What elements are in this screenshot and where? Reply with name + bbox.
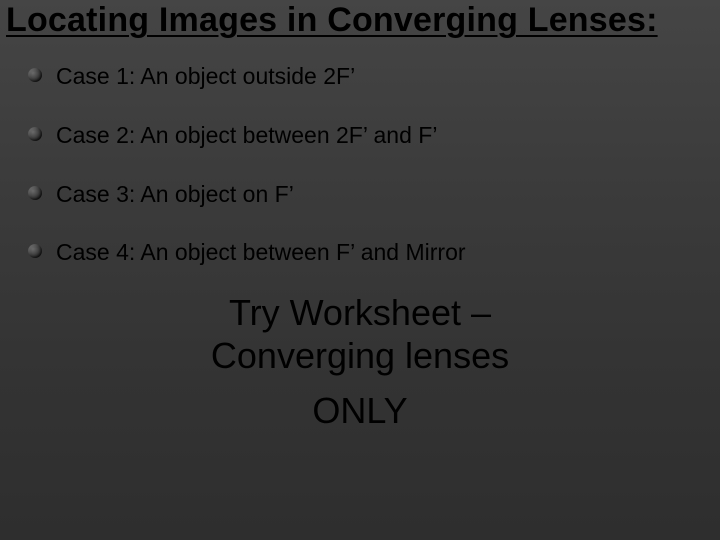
list-item: Case 3: An object on F’ (10, 180, 710, 239)
slide: Locating Images in Converging Lenses: Ca… (0, 0, 720, 540)
list-item-label: Case 2: An object between 2F’ and F’ (56, 122, 437, 148)
callout-line-2: Converging lenses (211, 335, 509, 376)
list-item-label: Case 4: An object between F’ and Mirror (56, 239, 466, 265)
list-item: Case 4: An object between F’ and Mirror (10, 238, 710, 297)
case-list: Case 1: An object outside 2F’ Case 2: An… (10, 62, 710, 297)
slide-body: Case 1: An object outside 2F’ Case 2: An… (0, 42, 720, 415)
callout-line-3: ONLY (312, 390, 407, 431)
bullet-icon (28, 127, 42, 141)
callout-cut: ONLY (10, 393, 710, 429)
list-item: Case 2: An object between 2F’ and F’ (10, 121, 710, 180)
list-item: Case 1: An object outside 2F’ (10, 62, 710, 121)
slide-title: Locating Images in Converging Lenses: (0, 0, 720, 42)
list-item-label: Case 1: An object outside 2F’ (56, 63, 355, 89)
bullet-icon (28, 68, 42, 82)
callout: Try Worksheet – Converging lenses (10, 291, 710, 377)
list-item-label: Case 3: An object on F’ (56, 181, 294, 207)
bullet-icon (28, 244, 42, 258)
callout-line-1: Try Worksheet – (229, 292, 491, 333)
bullet-icon (28, 186, 42, 200)
